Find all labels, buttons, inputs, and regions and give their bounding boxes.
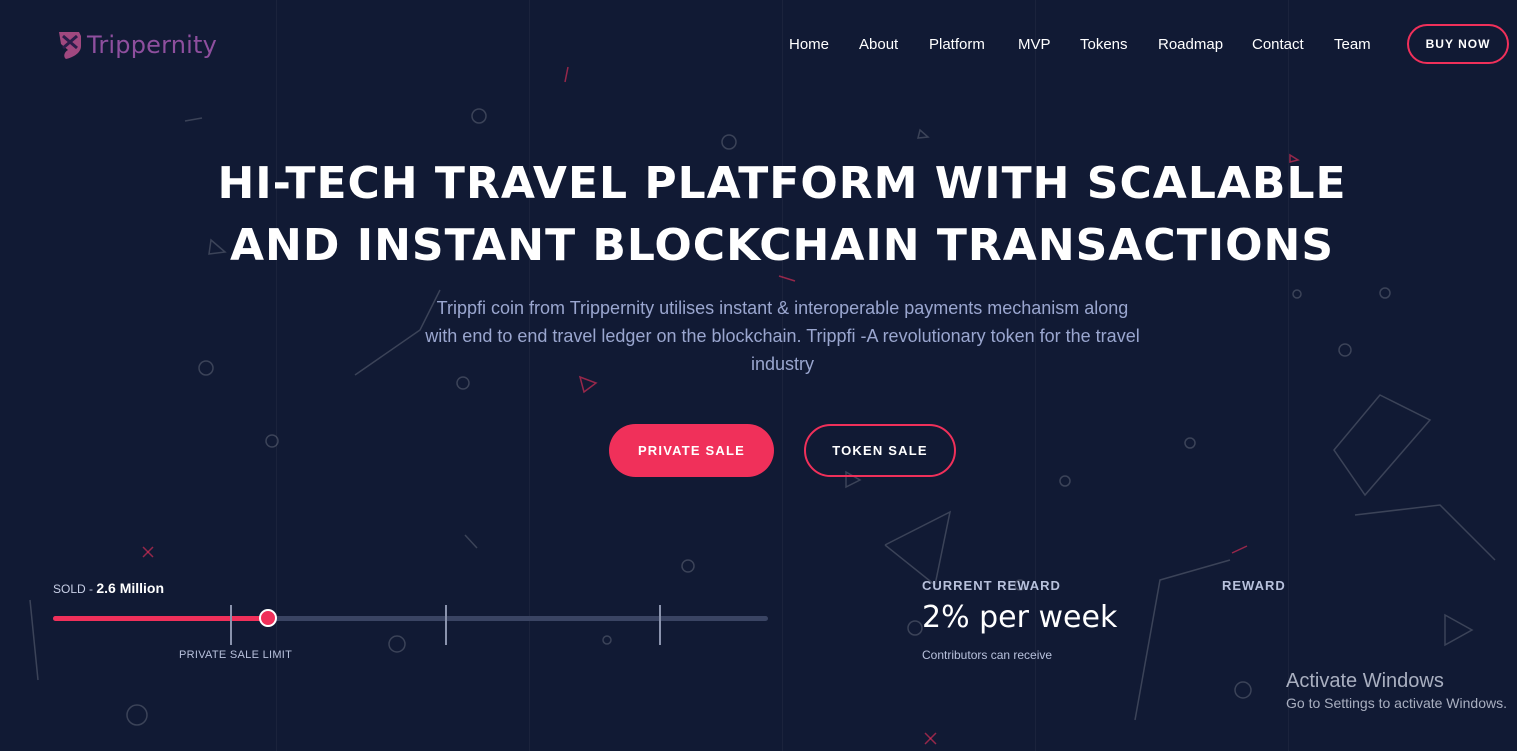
progress-tick bbox=[659, 605, 661, 645]
activate-windows-title: Activate Windows bbox=[1286, 670, 1444, 692]
nav-contact[interactable]: Contact bbox=[1252, 36, 1304, 53]
hero-title-line-2: AND INSTANT BLOCKCHAIN TRANSACTIONS bbox=[229, 220, 1335, 271]
progress-tick bbox=[445, 605, 447, 645]
reward-label: REWARD bbox=[1222, 578, 1286, 593]
buy-now-button[interactable]: BUY NOW bbox=[1407, 24, 1509, 64]
nav-mvp[interactable]: MVP bbox=[1018, 36, 1051, 53]
activate-windows-watermark: Activate Windows Go to Settings to activ… bbox=[1286, 670, 1507, 711]
logo[interactable]: Trippernity bbox=[57, 30, 217, 60]
hero-title-line-1: HI-TECH TRAVEL PLATFORM WITH SCALABLE bbox=[217, 158, 1347, 209]
token-sale-button[interactable]: TOKEN SALE bbox=[804, 424, 956, 477]
nav-home[interactable]: Home bbox=[789, 36, 829, 53]
brand-name: Trippernity bbox=[87, 31, 218, 59]
sold-value: 2.6 Million bbox=[96, 580, 165, 596]
logo-plane-icon bbox=[59, 32, 81, 59]
sold-prefix: SOLD - bbox=[53, 582, 97, 596]
current-reward-label: CURRENT REWARD bbox=[922, 578, 1061, 593]
progress-tick bbox=[230, 605, 232, 645]
private-sale-button[interactable]: PRIVATE SALE bbox=[609, 424, 774, 477]
hero-title: HI-TECH TRAVEL PLATFORM WITH SCALABLE AN… bbox=[0, 153, 1517, 277]
nav-about[interactable]: About bbox=[859, 36, 898, 53]
progress-fill bbox=[53, 616, 268, 621]
nav-roadmap[interactable]: Roadmap bbox=[1158, 36, 1223, 53]
activate-windows-subtitle: Go to Settings to activate Windows. bbox=[1286, 695, 1507, 711]
progress-handle[interactable] bbox=[258, 609, 277, 627]
private-sale-limit-label: PRIVATE SALE LIMIT bbox=[179, 649, 293, 661]
current-reward-note: Contributors can receive bbox=[922, 648, 1053, 662]
current-reward-value: 2% per week bbox=[922, 600, 1118, 635]
sold-counter: SOLD - 2.6 Million bbox=[53, 580, 164, 596]
hero-subtitle: Trippfi coin from Trippernity utilises i… bbox=[425, 298, 1140, 374]
nav-tokens[interactable]: Tokens bbox=[1080, 36, 1128, 53]
nav-team[interactable]: Team bbox=[1334, 36, 1371, 53]
nav-platform[interactable]: Platform bbox=[929, 36, 985, 53]
